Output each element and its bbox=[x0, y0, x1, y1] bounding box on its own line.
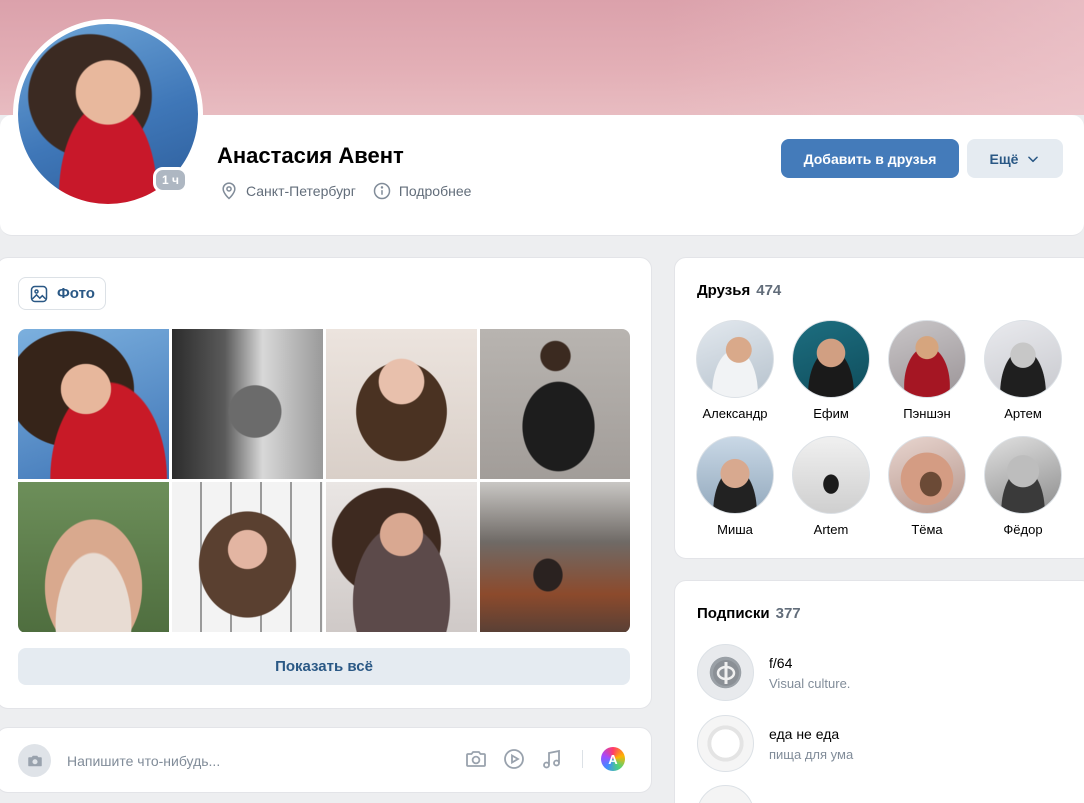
subscriptions-title-label: Подписки bbox=[697, 605, 770, 622]
friend-avatar bbox=[984, 436, 1062, 514]
camera-icon bbox=[27, 755, 42, 766]
chevron-down-icon bbox=[1028, 155, 1039, 162]
subscription-avatar bbox=[697, 644, 754, 701]
details-label: Подробнее bbox=[398, 183, 472, 199]
photo-thumbnail[interactable] bbox=[18, 329, 169, 479]
location-pin-icon bbox=[222, 182, 236, 200]
subscription-subtitle: Visual culture. bbox=[769, 675, 851, 691]
subscription-title: f/64 bbox=[769, 654, 793, 671]
photos-tab-label: Фото bbox=[57, 285, 95, 302]
friend-name: Александр bbox=[702, 406, 768, 421]
friend-item[interactable]: Миша bbox=[687, 436, 783, 537]
divider bbox=[582, 750, 583, 768]
friend-item[interactable]: Пэншэн bbox=[879, 320, 975, 421]
friend-item[interactable]: Артем bbox=[975, 320, 1071, 421]
profile-details-link[interactable]: Подробнее bbox=[372, 181, 472, 201]
subscription-subtitle: пища для ума bbox=[769, 746, 854, 762]
friend-avatar bbox=[888, 320, 966, 398]
friend-item[interactable]: Александр bbox=[687, 320, 783, 421]
image-icon bbox=[30, 285, 48, 302]
subscription-item[interactable]: f/64 Visual culture. bbox=[697, 644, 850, 701]
video-play-icon[interactable] bbox=[502, 747, 526, 771]
friends-count: 474 bbox=[756, 282, 782, 299]
photo-camera-icon[interactable] bbox=[464, 747, 488, 771]
friend-avatar bbox=[696, 320, 774, 398]
friend-name: Тёма bbox=[911, 522, 943, 537]
profile-name: Анастасия Авент bbox=[217, 143, 404, 168]
music-note-icon[interactable] bbox=[540, 747, 564, 771]
friend-name: Миша bbox=[717, 522, 753, 537]
subscription-item[interactable] bbox=[697, 785, 754, 803]
online-status-badge: 1 ч bbox=[153, 167, 188, 193]
photo-thumbnail[interactable] bbox=[480, 482, 630, 632]
friend-item[interactable]: Тёма bbox=[879, 436, 975, 537]
friends-card: Друзья 474 Александр Ефим Пэншэн Артем Ми… bbox=[674, 257, 1084, 559]
friend-avatar bbox=[792, 320, 870, 398]
subscription-avatar bbox=[697, 715, 754, 772]
profile-meta: Санкт-Петербург Подробнее bbox=[219, 181, 481, 201]
friend-name: Фёдор bbox=[1003, 522, 1043, 537]
post-style-icon[interactable]: A bbox=[601, 747, 625, 771]
info-icon bbox=[373, 182, 391, 200]
friend-item[interactable]: Artem bbox=[783, 436, 879, 537]
friend-name: Артем bbox=[1004, 406, 1042, 421]
profile-city: Санкт-Петербург bbox=[219, 181, 356, 201]
subscriptions-count: 377 bbox=[775, 605, 801, 622]
friend-avatar bbox=[888, 436, 966, 514]
photo-thumbnail[interactable] bbox=[172, 329, 323, 479]
post-composer: A bbox=[0, 727, 652, 793]
photo-thumbnail[interactable] bbox=[18, 482, 169, 632]
more-label: Ещё bbox=[989, 150, 1019, 167]
show-all-photos-button[interactable]: Показать всё bbox=[18, 648, 630, 685]
composer-actions: A bbox=[464, 747, 625, 771]
friend-name: Ефим bbox=[813, 406, 849, 421]
friend-name: Artem bbox=[813, 522, 849, 537]
subscription-item[interactable]: еда не еда пища для ума bbox=[697, 715, 853, 772]
post-input[interactable] bbox=[67, 750, 437, 772]
friend-avatar bbox=[984, 320, 1062, 398]
photo-grid bbox=[18, 329, 630, 633]
f64-logo-icon bbox=[712, 659, 739, 686]
friend-avatar bbox=[792, 436, 870, 514]
photo-thumbnail[interactable] bbox=[480, 329, 630, 479]
friend-name: Пэншэн bbox=[903, 406, 951, 421]
friend-avatar bbox=[696, 436, 774, 514]
friend-item[interactable]: Ефим bbox=[783, 320, 879, 421]
friends-title-label: Друзья bbox=[697, 282, 751, 299]
subscriptions-title[interactable]: Подписки 377 bbox=[697, 605, 801, 622]
photo-thumbnail[interactable] bbox=[326, 482, 477, 632]
subscriptions-card: Подписки 377 f/64 Visual culture. еда не … bbox=[674, 580, 1084, 803]
photos-tab[interactable]: Фото bbox=[18, 277, 106, 310]
more-button[interactable]: Ещё bbox=[967, 139, 1063, 178]
subscription-title: еда не еда bbox=[769, 725, 840, 742]
photos-card: Фото Показать всё bbox=[0, 257, 652, 709]
city-label: Санкт-Петербург bbox=[246, 183, 356, 199]
add-friend-button[interactable]: Добавить в друзья bbox=[781, 139, 959, 178]
friend-item[interactable]: Фёдор bbox=[975, 436, 1071, 537]
photo-thumbnail[interactable] bbox=[172, 482, 323, 632]
subscription-avatar bbox=[697, 785, 754, 803]
photo-thumbnail[interactable] bbox=[326, 329, 477, 479]
friends-title[interactable]: Друзья 474 bbox=[697, 282, 781, 299]
composer-avatar bbox=[18, 744, 51, 777]
